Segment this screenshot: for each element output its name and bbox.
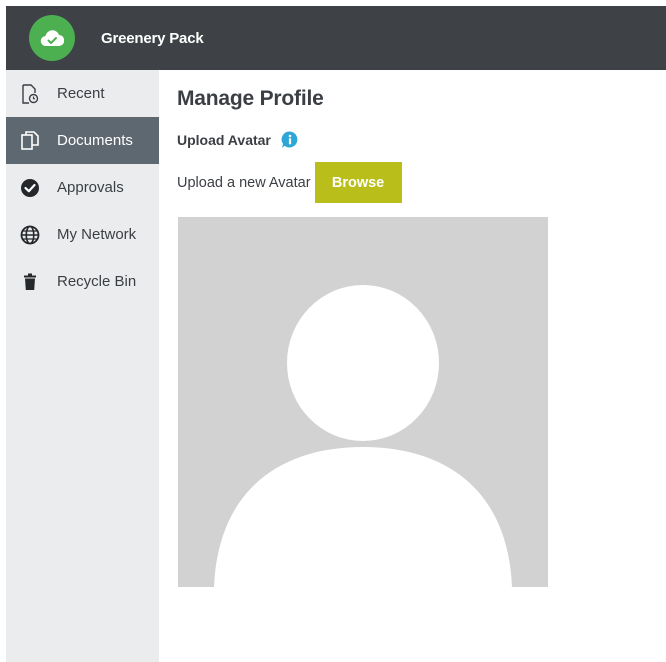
upload-avatar-header: Upload Avatar bbox=[177, 130, 666, 150]
app-title: Greenery Pack bbox=[101, 29, 204, 47]
section-title: Upload Avatar bbox=[177, 132, 271, 148]
cloud-check-icon[interactable] bbox=[29, 15, 75, 61]
sidebar-item-label: Documents bbox=[57, 132, 133, 149]
sidebar-item-label: My Network bbox=[57, 226, 137, 243]
default-avatar-silhouette-icon bbox=[214, 285, 512, 587]
sidebar-item-recent[interactable]: Recent bbox=[6, 70, 159, 117]
sidebar-item-my-network[interactable]: My Network bbox=[6, 211, 159, 258]
top-bar: Greenery Pack bbox=[6, 6, 666, 70]
sidebar: Recent Documents Approvals My Network Re… bbox=[6, 70, 159, 662]
avatar bbox=[178, 217, 548, 587]
recent-document-icon bbox=[18, 82, 42, 106]
sidebar-item-label: Recycle Bin bbox=[57, 273, 137, 290]
documents-icon bbox=[18, 129, 42, 153]
browse-button[interactable]: Browse bbox=[314, 162, 402, 203]
globe-icon bbox=[18, 223, 42, 247]
upload-row: Upload a new Avatar Browse bbox=[177, 162, 666, 203]
info-icon[interactable] bbox=[280, 130, 300, 150]
sidebar-item-recycle-bin[interactable]: Recycle Bin bbox=[6, 258, 159, 305]
sidebar-item-documents[interactable]: Documents bbox=[6, 117, 159, 164]
sidebar-item-label: Approvals bbox=[57, 179, 124, 196]
main-content: Manage Profile Upload Avatar Upload a ne… bbox=[177, 70, 666, 587]
check-circle-icon bbox=[18, 176, 42, 200]
upload-label: Upload a new Avatar bbox=[177, 174, 311, 191]
sidebar-item-approvals[interactable]: Approvals bbox=[6, 164, 159, 211]
page-title: Manage Profile bbox=[177, 87, 324, 110]
sidebar-item-label: Recent bbox=[57, 85, 105, 102]
trash-icon bbox=[18, 270, 42, 294]
